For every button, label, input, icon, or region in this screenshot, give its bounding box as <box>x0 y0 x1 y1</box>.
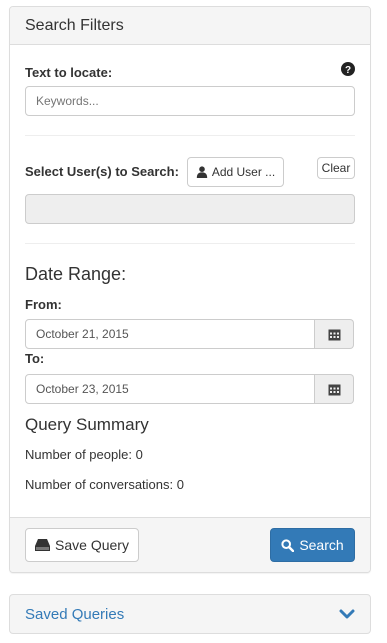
panel-footer: Save Query Search <box>10 517 370 572</box>
keywords-input[interactable] <box>25 86 355 116</box>
svg-text:?: ? <box>345 65 351 76</box>
search-button[interactable]: Search <box>270 528 355 562</box>
saved-queries-panel[interactable]: Saved Queries <box>9 594 371 634</box>
to-label: To: <box>25 351 45 366</box>
save-query-label: Save Query <box>55 537 129 553</box>
text-to-locate-label: Text to locate: <box>25 65 113 80</box>
add-user-button[interactable]: Add User ... <box>187 157 284 187</box>
user-icon <box>196 166 208 178</box>
clear-button[interactable]: Clear <box>317 157 355 179</box>
panel-title: Search Filters <box>10 7 370 45</box>
query-summary-heading: Query Summary <box>25 415 149 434</box>
calendar-icon <box>328 328 341 341</box>
date-range-heading: Date Range: <box>25 264 127 284</box>
to-date-input[interactable]: October 23, 2015 <box>25 374 315 404</box>
select-users-label: Select User(s) to Search: <box>25 164 179 179</box>
selected-users-field[interactable] <box>25 194 355 224</box>
search-label: Search <box>299 537 344 553</box>
search-filters-panel: Search Filters Text to locate: ? Select … <box>9 6 371 573</box>
search-icon <box>281 538 295 552</box>
add-user-label: Add User ... <box>211 165 276 179</box>
save-query-button[interactable]: Save Query <box>25 528 139 562</box>
hdd-icon <box>35 539 51 551</box>
from-label: From: <box>25 297 62 312</box>
chevron-down-icon[interactable] <box>339 609 355 620</box>
from-date-input[interactable]: October 21, 2015 <box>25 319 315 349</box>
calendar-icon <box>328 383 341 396</box>
conversation-count: Number of conversations: 0 <box>25 477 184 492</box>
to-calendar-button[interactable] <box>315 374 354 404</box>
from-calendar-button[interactable] <box>315 319 354 349</box>
divider <box>25 243 355 244</box>
people-count: Number of people: 0 <box>25 447 143 462</box>
divider <box>25 135 355 136</box>
question-circle-icon[interactable]: ? <box>341 62 355 81</box>
saved-queries-title: Saved Queries <box>25 605 125 623</box>
